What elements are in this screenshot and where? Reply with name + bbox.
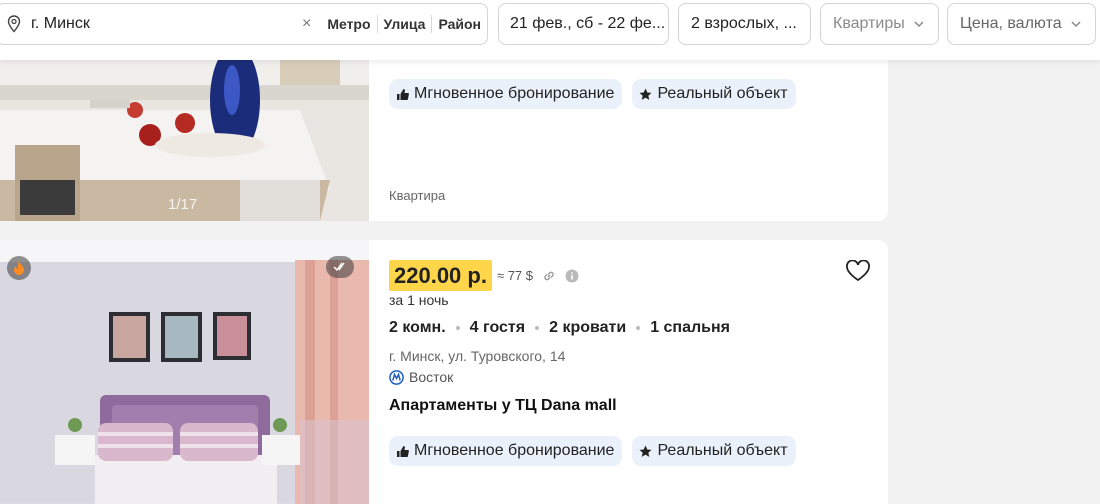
- guests-value: 2 взрослых, ...: [691, 15, 797, 32]
- price-currency-select[interactable]: Цена, валюта: [947, 3, 1096, 45]
- guests-field[interactable]: 2 взрослых, ...: [678, 3, 811, 45]
- location-mode-street[interactable]: Улица: [376, 15, 432, 33]
- listing-title[interactable]: Апартаменты у ТЦ Dana mall: [389, 397, 617, 415]
- separator-dot: [455, 326, 460, 330]
- fire-icon: [7, 256, 31, 280]
- beds-count: 2 кровати: [549, 319, 627, 336]
- bedroom-photo: [0, 240, 369, 504]
- heart-icon[interactable]: [845, 260, 871, 282]
- photo-counter: 1/17: [168, 196, 198, 213]
- badge-label: Мгновенное бронирование: [414, 85, 615, 102]
- real-object-badge: Реальный объект: [632, 79, 796, 109]
- metro-station: Восток: [389, 369, 453, 385]
- property-type-select[interactable]: Квартиры: [820, 3, 939, 45]
- listing-features: 2 комн. 4 гостя 2 кровати 1 спальня: [389, 319, 730, 337]
- badge-row: Мгновенное бронирование Реальный объект: [389, 436, 796, 466]
- location-field[interactable]: г. Минск × Метро Улица Район: [0, 3, 488, 45]
- badge-label: Мгновенное бронирование: [414, 442, 615, 459]
- listing-price: 220.00 р.: [389, 260, 492, 291]
- metro-m-icon: [389, 369, 404, 385]
- location-mode-district[interactable]: Район: [431, 15, 487, 33]
- dates-field[interactable]: 21 фев., сб - 22 фе...: [498, 3, 669, 45]
- guests-count: 4 гостя: [469, 319, 526, 336]
- property-kind: Квартира: [389, 188, 446, 203]
- rooms-count: 2 комн.: [389, 319, 446, 336]
- badge-row: Мгновенное бронирование Реальный объект: [389, 79, 796, 109]
- search-bar: г. Минск × Метро Улица Район 21 фев., сб…: [0, 0, 1100, 60]
- separator-dot: [636, 326, 641, 330]
- price-currency-placeholder: Цена, валюта: [960, 15, 1062, 32]
- link-icon[interactable]: [542, 269, 556, 283]
- metro-station-name: Восток: [409, 369, 454, 385]
- badge-label: Реальный объект: [657, 442, 788, 459]
- bedrooms-count: 1 спальня: [650, 319, 730, 336]
- location-mode-metro[interactable]: Метро: [321, 15, 376, 33]
- listing-photo[interactable]: [0, 240, 369, 504]
- info-icon[interactable]: [565, 269, 579, 283]
- price-period: за 1 ночь: [389, 292, 449, 308]
- real-object-badge: Реальный объект: [632, 436, 796, 466]
- dates-value: 21 фев., сб - 22 фе...: [510, 15, 666, 32]
- double-check-icon: [326, 256, 354, 278]
- map-pin-icon: [7, 15, 21, 33]
- price-row: 220.00 р. ≈ 77 $: [389, 260, 579, 291]
- chevron-down-icon: [914, 21, 924, 28]
- location-input[interactable]: г. Минск: [31, 15, 302, 33]
- thumbs-up-icon: [397, 445, 409, 457]
- star-icon: [639, 445, 652, 457]
- price-usd-approx: ≈ 77 $: [496, 268, 534, 283]
- star-icon: [639, 88, 652, 100]
- clear-location-button[interactable]: ×: [302, 15, 311, 33]
- chevron-down-icon: [1071, 21, 1081, 28]
- instant-booking-badge: Мгновенное бронирование: [389, 79, 623, 109]
- separator-dot: [535, 326, 540, 330]
- instant-booking-badge: Мгновенное бронирование: [389, 436, 623, 466]
- property-type-placeholder: Квартиры: [833, 15, 905, 32]
- thumbs-up-icon: [397, 88, 409, 100]
- listing-address: г. Минск, ул. Туровского, 14: [389, 348, 566, 364]
- listing-card[interactable]: 220.00 р. ≈ 77 $ за 1 ночь 2 комн. 4 гос…: [0, 240, 888, 504]
- badge-label: Реальный объект: [657, 85, 788, 102]
